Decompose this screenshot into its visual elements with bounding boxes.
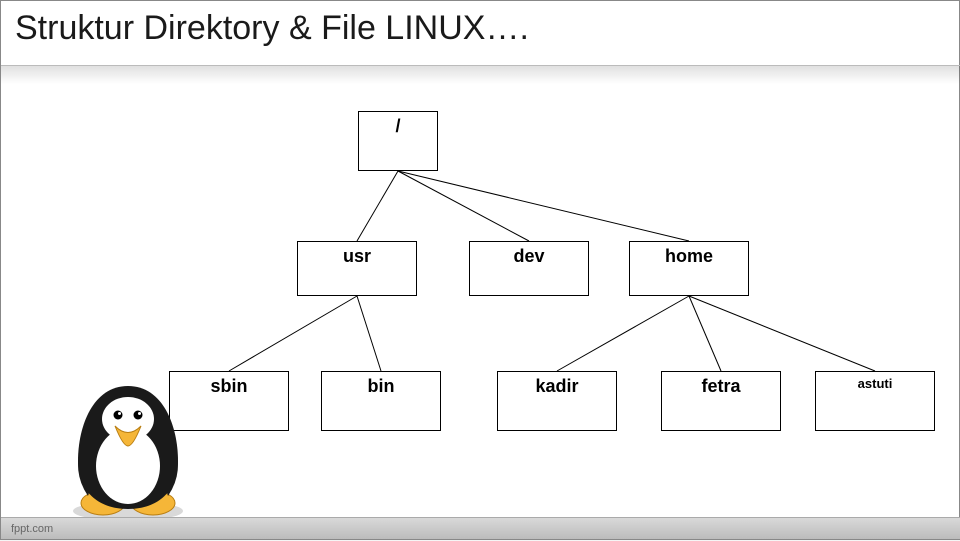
tree-node-root: / bbox=[358, 111, 438, 171]
tree-node-label: sbin bbox=[210, 376, 247, 397]
tree-node-fetra: fetra bbox=[661, 371, 781, 431]
tree-node-kadir: kadir bbox=[497, 371, 617, 431]
tree-node-label: dev bbox=[513, 246, 544, 267]
tree-node-label: bin bbox=[368, 376, 395, 397]
tree-node-dev: dev bbox=[469, 241, 589, 296]
footer-attribution: fppt.com bbox=[11, 523, 53, 535]
footer-bar bbox=[1, 517, 960, 539]
tree-node-label: home bbox=[665, 246, 713, 267]
tree-node-astuti: astuti bbox=[815, 371, 935, 431]
tree-node-label: astuti bbox=[858, 376, 893, 391]
tree-node-bin: bin bbox=[321, 371, 441, 431]
slide-canvas: Struktur Direktory & File LINUX…. / usr … bbox=[0, 0, 960, 540]
title-shadow bbox=[1, 66, 960, 84]
penguin-icon bbox=[53, 371, 203, 521]
tree-node-label: kadir bbox=[535, 376, 578, 397]
tree-node-label: / bbox=[395, 116, 400, 137]
tree-node-home: home bbox=[629, 241, 749, 296]
slide-title: Struktur Direktory & File LINUX…. bbox=[15, 9, 529, 48]
tree-node-usr: usr bbox=[297, 241, 417, 296]
tree-node-label: fetra bbox=[701, 376, 740, 397]
tree-node-label: usr bbox=[343, 246, 371, 267]
